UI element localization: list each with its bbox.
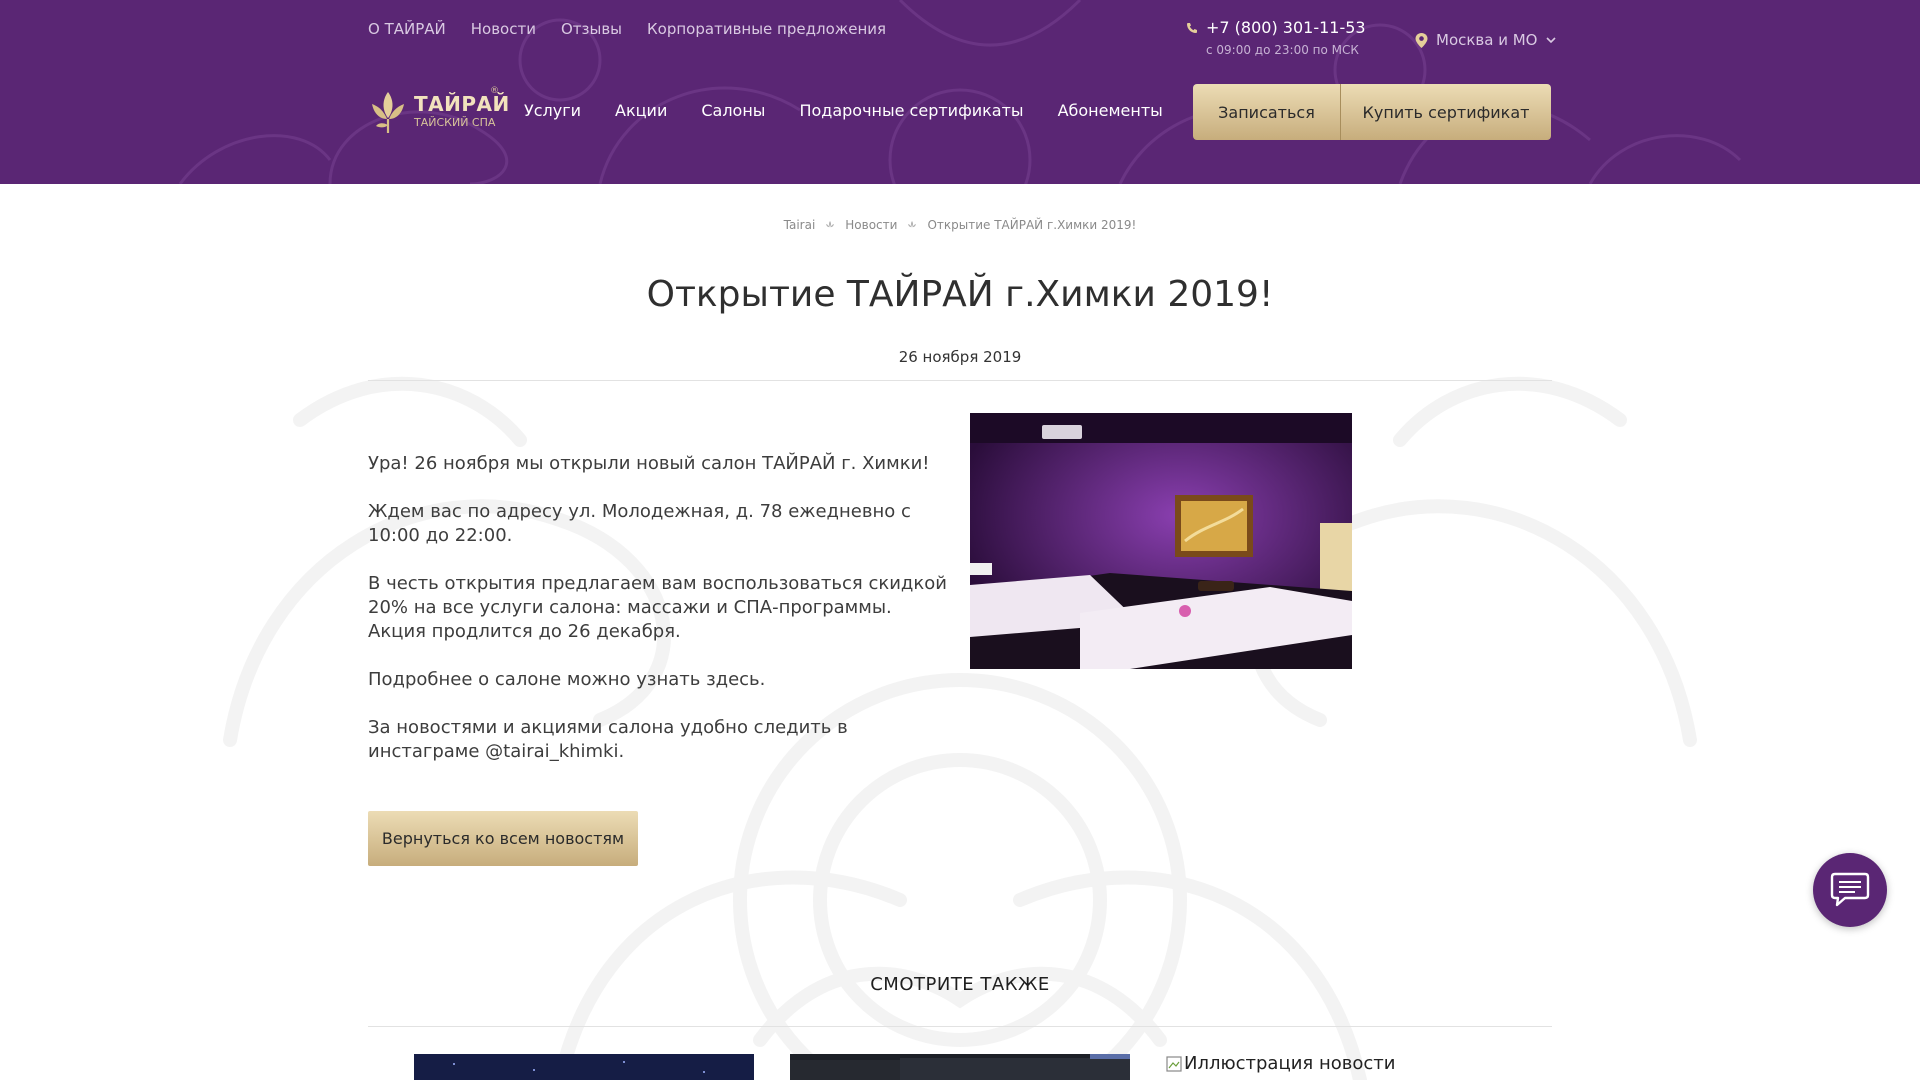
broken-image-alt: Иллюстрация новости: [1184, 1053, 1396, 1074]
article-paragraph: Подробнее о салоне можно узнать здесь.: [368, 669, 766, 690]
phone-row: +7 (800) 301-11-53: [1186, 18, 1366, 37]
phone-hours: с 09:00 до 23:00 по МСК: [1206, 43, 1359, 57]
top-link-reviews[interactable]: Отзывы: [561, 20, 622, 38]
salon-room-photo: [970, 413, 1352, 669]
buy-certificate-button[interactable]: Купить сертификат: [1341, 84, 1551, 140]
top-link-news[interactable]: Новости: [471, 20, 536, 38]
logo-text: ТАЙРАЙ ТАЙСКИЙ СПА: [414, 94, 510, 128]
top-link-about[interactable]: О ТАЙРАЙ: [368, 20, 446, 38]
registered-mark: ®: [490, 86, 499, 96]
phone-block: +7 (800) 301-11-53 с 09:00 до 23:00 по М…: [1186, 18, 1366, 57]
chat-bubble-icon: [1830, 872, 1870, 907]
news-thumbnail-image: [414, 1054, 754, 1080]
site-logo[interactable]: ТАЙРАЙ ТАЙСКИЙ СПА ®: [368, 86, 510, 134]
main-nav: Услуги Акции Салоны Подарочные сертифика…: [524, 101, 1163, 120]
chat-widget-button[interactable]: [1813, 853, 1887, 927]
site-header: О ТАЙРАЙ Новости Отзывы Корпоративные пр…: [0, 0, 1920, 184]
article-body: Ура! 26 ноября мы открыли новый салон ТА…: [368, 452, 948, 788]
header-buttons: Записаться Купить сертификат: [1193, 84, 1551, 140]
article-paragraph: Ждем вас по адресу ул. Молодежная, д. 78…: [368, 501, 911, 546]
lotus-separator-icon: [908, 221, 917, 228]
article-paragraph: В честь открытия предлагаем вам воспольз…: [368, 573, 947, 642]
top-link-corporate[interactable]: Корпоративные предложения: [647, 20, 886, 38]
broken-image-icon: [1166, 1056, 1182, 1072]
article-paragraph: За новостями и акциями салона удобно сле…: [368, 717, 848, 762]
nav-item-salons[interactable]: Салоны: [701, 101, 765, 120]
nav-item-gift-certificates[interactable]: Подарочные сертификаты: [799, 101, 1023, 120]
news-thumbnail[interactable]: [414, 1054, 754, 1080]
region-label: Москва и МО: [1436, 31, 1538, 49]
logo-subtitle: ТАЙСКИЙ СПА: [414, 116, 496, 129]
nav-item-subscriptions[interactable]: Абонементы: [1058, 101, 1163, 120]
background-ornament: [223, 376, 1697, 1080]
top-links: О ТАЙРАЙ Новости Отзывы Корпоративные пр…: [368, 20, 886, 38]
title-divider: [368, 380, 1552, 381]
news-thumbnail-broken[interactable]: Иллюстрация новости: [1166, 1053, 1395, 1074]
nav-item-promotions[interactable]: Акции: [615, 101, 667, 120]
news-thumbnail[interactable]: [790, 1054, 1130, 1080]
lotus-logo-icon: [372, 92, 404, 133]
article-paragraph: Ура! 26 ноября мы открыли новый салон ТА…: [368, 453, 930, 474]
chevron-down-icon: [1545, 36, 1556, 43]
back-to-news-button[interactable]: Вернуться ко всем новостям: [368, 811, 638, 866]
article-date: 26 ноября 2019: [898, 348, 1022, 366]
region-selector[interactable]: Москва и МО: [1415, 31, 1556, 49]
news-thumbnail-image: [790, 1054, 1130, 1080]
phone-icon: [1187, 22, 1197, 33]
breadcrumb-home[interactable]: Tairai: [784, 218, 816, 232]
lotus-separator-icon: [826, 221, 835, 228]
book-button[interactable]: Записаться: [1193, 84, 1341, 140]
see-also-divider: [368, 1026, 1552, 1027]
breadcrumb: Tairai Новости Открытие ТАЙРАЙ г.Химки 2…: [0, 218, 1920, 232]
see-also-heading: СМОТРИТЕ ТАКЖЕ: [870, 974, 1050, 995]
breadcrumb-current: Открытие ТАЙРАЙ г.Химки 2019!: [927, 218, 1137, 232]
nav-item-services[interactable]: Услуги: [524, 101, 581, 120]
location-pin-icon: [1415, 32, 1428, 48]
breadcrumb-news[interactable]: Новости: [845, 218, 897, 232]
page-title: Открытие ТАЙРАЙ г.Химки 2019!: [646, 274, 1274, 315]
logo-name: ТАЙРАЙ: [414, 92, 510, 116]
header-ornament: [178, 0, 1742, 184]
phone-number-link[interactable]: +7 (800) 301-11-53: [1206, 18, 1366, 37]
